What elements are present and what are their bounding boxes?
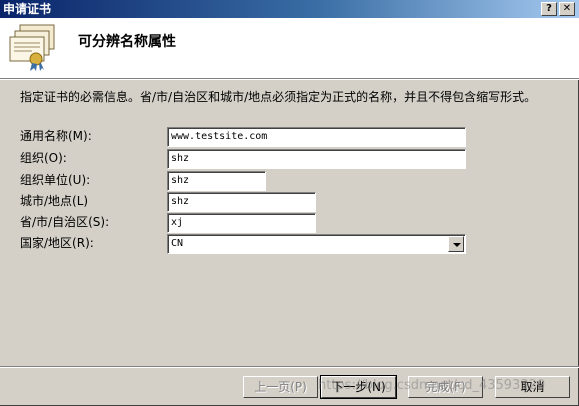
org-unit-label: 组织单位(U): [20,173,91,187]
city-input[interactable]: shz [167,192,316,212]
state-label: 省/市/自治区(S): [20,215,110,229]
chevron-down-icon[interactable] [448,236,464,252]
help-button[interactable]: ? [541,2,557,16]
instruction-text: 指定证书的必需信息。省/市/自治区和城市/地点必须指定为正式的名称，并且不得包含… [20,90,537,104]
wizard-header: 可分辨名称属性 [0,18,579,78]
city-label: 城市/地点(L) [20,194,89,208]
close-button[interactable]: ✕ [559,2,575,16]
organization-input[interactable]: shz [167,149,466,169]
next-button[interactable]: 下一步(N) [320,375,397,399]
state-input[interactable]: xj [167,213,316,233]
country-label: 国家/地区(R): [20,236,94,250]
footer-divider [0,366,579,368]
title-bar[interactable]: 申请证书 ? ✕ [0,0,579,18]
country-selected-value: CN [171,238,184,249]
header-divider [0,78,579,80]
country-select[interactable]: CN [167,234,466,254]
organization-label: 组织(O): [20,151,67,165]
common-name-label: 通用名称(M): [20,129,92,143]
back-button[interactable]: 上一页(P) [243,376,318,398]
org-unit-input[interactable]: shz [167,171,266,191]
window-title: 申请证书 [3,2,52,16]
finish-button[interactable]: 完成(F) [408,376,483,398]
certificate-stack-icon [9,24,55,71]
common-name-input[interactable]: www.testsite.com [167,127,466,147]
cancel-button[interactable]: 取消 [495,376,570,398]
page-title: 可分辨名称属性 [78,34,176,50]
request-certificate-dialog: 申请证书 ? ✕ 可分辨名称属性 指定证书的必需信息。省/市/自治区和城市/地点… [0,0,579,406]
